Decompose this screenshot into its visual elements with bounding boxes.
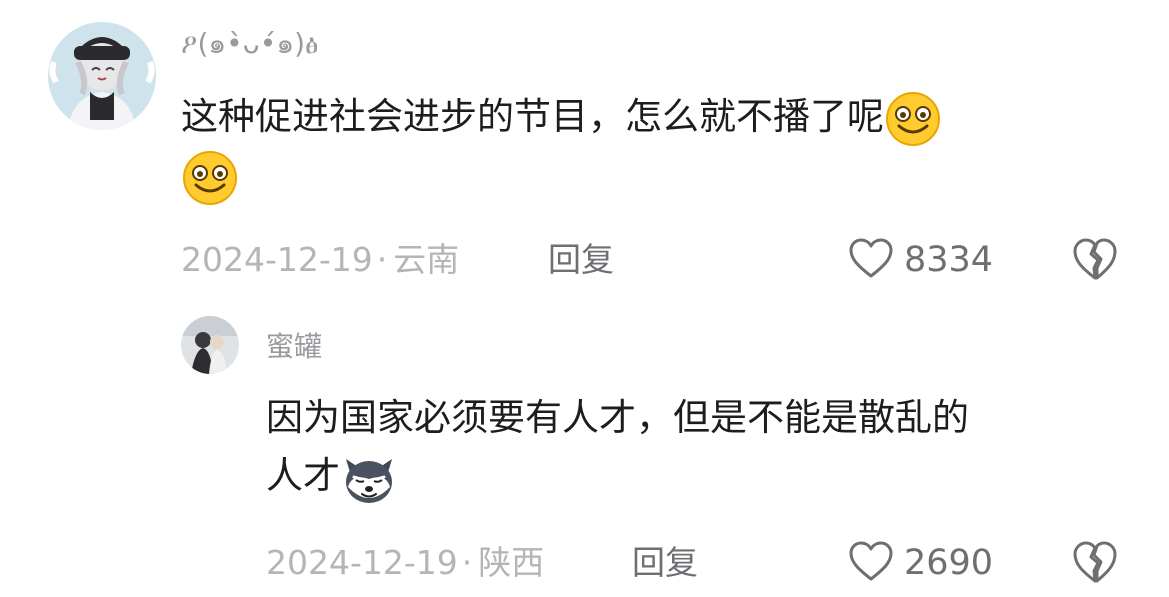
reply-button[interactable]: 回复 <box>632 543 698 583</box>
reply-button[interactable]: 回复 <box>548 240 614 280</box>
broken-heart-icon <box>1071 238 1119 286</box>
comment-text: 因为国家必须要有人才，但是不能是散乱的 人才 <box>266 389 1126 507</box>
like-count: 2690 <box>904 543 994 583</box>
comment-text-line1: 因为国家必须要有人才，但是不能是散乱的 <box>266 396 969 439</box>
smile-emoji-icon <box>884 90 942 148</box>
smile-emoji-icon <box>181 149 239 207</box>
dislike-button[interactable] <box>1071 236 1119 284</box>
like-button[interactable]: 2690 <box>848 538 993 588</box>
comment-date: 2024-12-19 <box>181 240 373 279</box>
comment-text-line2: 人才 <box>266 454 340 497</box>
husky-dog-emoji-icon <box>340 449 398 507</box>
user-avatar[interactable] <box>181 316 239 374</box>
comment-location: 陕西 <box>478 543 545 582</box>
user-avatar[interactable] <box>48 22 156 130</box>
heart-icon <box>848 237 894 283</box>
comment-text: 这种促进社会进步的节目，怎么就不播了呢 <box>181 88 1101 207</box>
comment-meta: 2024-12-19 · 陕西 <box>266 543 544 583</box>
meta-separator: · <box>376 240 388 279</box>
comment-text-content: 这种促进社会进步的节目，怎么就不播了呢 <box>181 95 884 138</box>
comment-username[interactable]: 蜜罐 <box>266 330 322 364</box>
like-count: 8334 <box>904 240 994 280</box>
like-button[interactable]: 8334 <box>848 235 993 285</box>
comment-meta: 2024-12-19 · 云南 <box>181 240 459 280</box>
broken-heart-icon <box>1071 541 1119 589</box>
comment-location: 云南 <box>393 240 460 279</box>
meta-separator: · <box>461 543 473 582</box>
dislike-button[interactable] <box>1071 539 1119 587</box>
comment-username[interactable]: ዖ(๑•̀ᴗ•́๑)ፅ <box>181 27 319 61</box>
heart-icon <box>848 540 894 586</box>
comment-date: 2024-12-19 <box>266 543 458 582</box>
